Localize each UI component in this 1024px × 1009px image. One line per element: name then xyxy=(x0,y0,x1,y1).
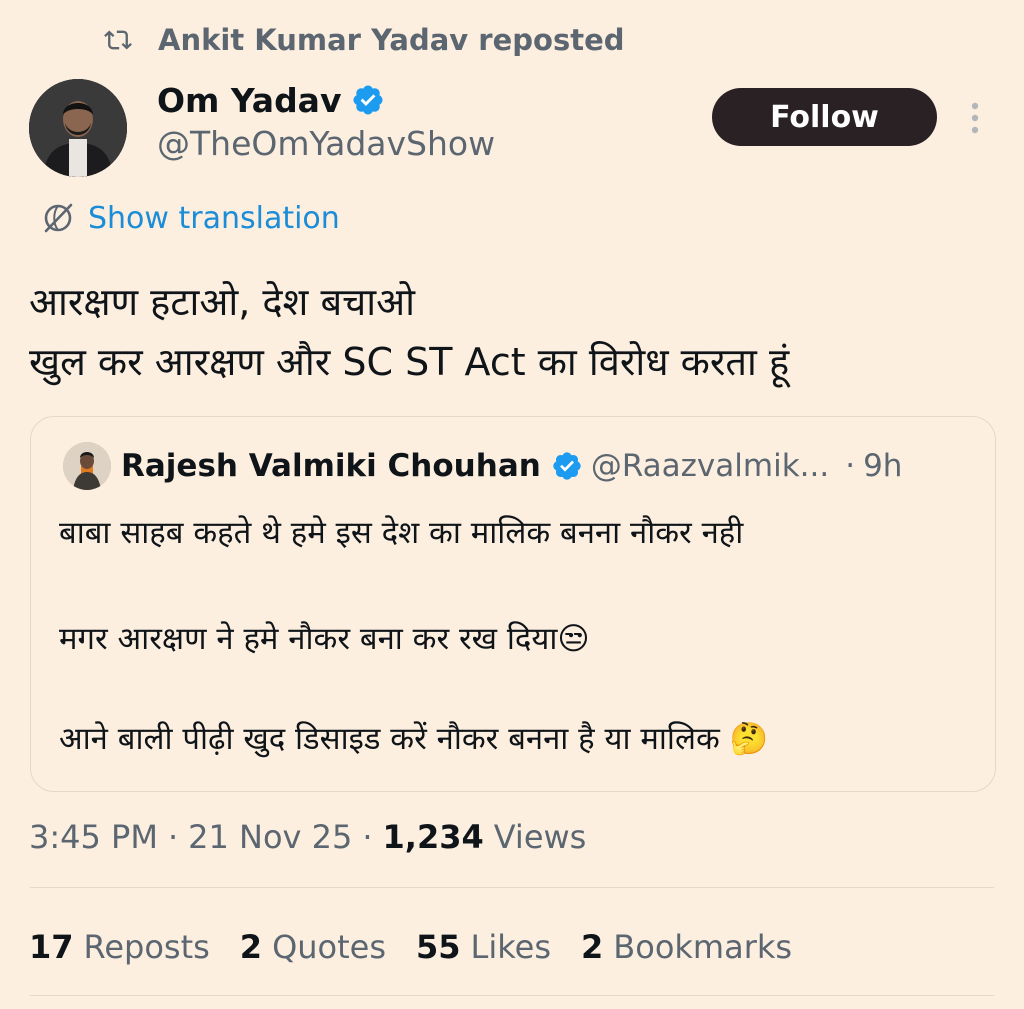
divider xyxy=(30,887,994,888)
stat-label: Likes xyxy=(470,928,552,966)
quote-header: Rajesh Valmiki Chouhan @Raazvalmik... · … xyxy=(121,444,902,488)
quote-author-avatar[interactable] xyxy=(63,442,111,490)
stat-count: 2 xyxy=(581,928,604,966)
tweet-text: आरक्षण हटाओ, देश बचाओ खुल कर आरक्षण और S… xyxy=(29,272,789,392)
divider xyxy=(30,995,994,996)
stat-count: 17 xyxy=(29,928,74,966)
author-name[interactable]: Om Yadav xyxy=(157,81,341,120)
tweet-meta: 3:45 PM · 21 Nov 25 · 1,234 Views xyxy=(29,812,586,862)
separator-dot: · xyxy=(362,818,373,856)
repost-text: Ankit Kumar Yadav reposted xyxy=(158,23,625,57)
quote-avatar-image xyxy=(63,442,111,490)
verified-badge-icon xyxy=(353,85,383,115)
stat-label: Quotes xyxy=(272,928,387,966)
quote-timestamp[interactable]: 9h xyxy=(863,448,902,484)
engagement-stats: 17 Reposts 2 Quotes 55 Likes 2 Bookmarks xyxy=(29,922,822,972)
author-name-row[interactable]: Om Yadav xyxy=(157,78,385,122)
verified-badge-icon xyxy=(553,452,581,480)
show-translation-link[interactable]: Show translation xyxy=(40,196,340,240)
tweet-line: आरक्षण हटाओ, देश बचाओ xyxy=(29,280,416,324)
quote-author-handle[interactable]: @Raazvalmik... xyxy=(591,448,829,484)
show-translation-label[interactable]: Show translation xyxy=(88,201,340,236)
stat-count: 55 xyxy=(416,928,461,966)
views-count: 1,234 xyxy=(382,818,484,856)
quoted-tweet-card[interactable]: Rajesh Valmiki Chouhan @Raazvalmik... · … xyxy=(30,416,996,792)
separator-dot: · xyxy=(845,448,856,484)
more-vertical-icon[interactable] xyxy=(960,98,990,138)
author-handle[interactable]: @TheOmYadavShow xyxy=(157,124,495,163)
stat-label: Bookmarks xyxy=(613,928,793,966)
repost-icon xyxy=(104,30,132,50)
repost-indicator: Ankit Kumar Yadav reposted xyxy=(104,20,625,60)
stat-bookmarks[interactable]: 2 Bookmarks xyxy=(581,928,792,966)
author-avatar[interactable] xyxy=(29,79,127,177)
stat-quotes[interactable]: 2 Quotes xyxy=(240,928,386,966)
stat-likes[interactable]: 55 Likes xyxy=(416,928,551,966)
tweet-date[interactable]: 21 Nov 25 xyxy=(188,818,352,856)
quote-author-name[interactable]: Rajesh Valmiki Chouhan xyxy=(121,448,541,484)
quote-text-line: आने बाली पीढ़ी खुद डिसाइड करें नौकर बनना… xyxy=(59,721,769,757)
stat-label: Reposts xyxy=(83,928,210,966)
tweet-line: खुल कर आरक्षण और SC ST Act का विरोध करता… xyxy=(29,340,790,384)
separator-dot: · xyxy=(167,818,179,856)
tweet-time[interactable]: 3:45 PM xyxy=(29,818,158,856)
views-label: Views xyxy=(493,818,587,856)
quote-text-line: मगर आरक्षण ने हमे नौकर बना कर रख दिया😒 xyxy=(59,621,590,657)
avatar-image xyxy=(29,79,127,177)
quote-text-line: बाबा साहब कहते थे हमे इस देश का मालिक बन… xyxy=(59,515,744,551)
follow-button[interactable]: Follow xyxy=(712,88,937,146)
stat-reposts[interactable]: 17 Reposts xyxy=(29,928,210,966)
stat-count: 2 xyxy=(239,928,263,966)
translate-icon xyxy=(44,203,73,233)
